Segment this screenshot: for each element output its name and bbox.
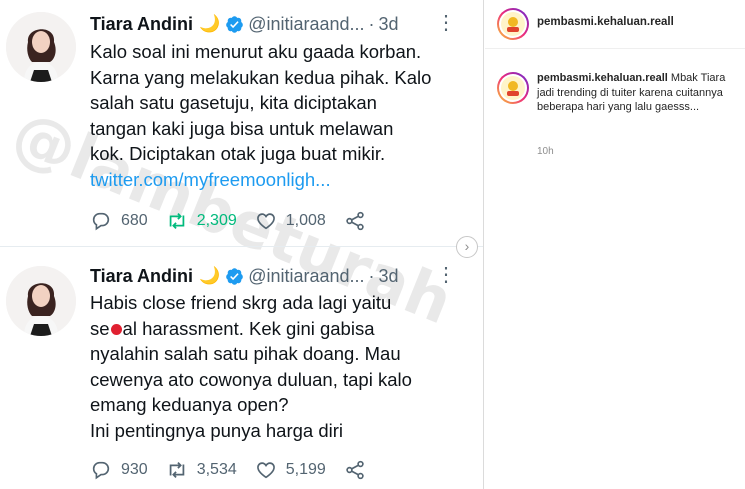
caption-username[interactable]: pembasmi.kehaluan.reall	[537, 72, 668, 84]
tweet: Tiara Andini 🌙 @initiaraand... · 3d ⋮ Ha…	[0, 250, 483, 489]
tweet-line: Karna yang melakukan kedua pihak. Kalo	[90, 66, 432, 88]
reply-button[interactable]: 930	[90, 459, 148, 481]
retweet-count: 2,309	[196, 212, 237, 229]
tweet-actions: 680 2,309 1,008	[90, 208, 393, 234]
instagram-post-panel: pembasmi.kehaluan.reall pembasmi.kehalua…	[485, 0, 745, 489]
heart-icon	[256, 462, 275, 479]
share-button[interactable]	[344, 459, 375, 481]
retweet-button[interactable]: 2,309	[166, 210, 237, 232]
redaction-dot	[110, 324, 122, 336]
share-icon	[346, 460, 364, 480]
like-button[interactable]: 5,199	[255, 459, 326, 481]
retweet-count: 3,534	[196, 461, 237, 478]
more-icon[interactable]: ⋮	[436, 262, 456, 288]
separator: ·	[368, 265, 375, 286]
tweet-line: cewenya ato cowonya duluan, tapi kalo	[90, 368, 412, 390]
tweet-link[interactable]: twitter.com/myfreemoonligh...	[90, 167, 470, 193]
tweet-line: Habis close friend skrg ada lagi yaitu	[90, 292, 392, 313]
tweet-divider	[0, 246, 483, 247]
tweet-header: Tiara Andini 🌙 @initiaraand... · 3d	[90, 12, 399, 36]
tweet-line: nyalahin salah satu pihak doang. Mau	[90, 343, 401, 364]
like-count: 1,008	[285, 212, 326, 229]
avatar[interactable]	[6, 12, 76, 82]
like-button[interactable]: 1,008	[255, 210, 326, 232]
reply-button[interactable]: 680	[90, 210, 148, 232]
tweet-text: Kalo soal ini menurut aku gaada korban. …	[90, 39, 470, 192]
reply-count: 680	[121, 212, 148, 229]
chevron-right-icon[interactable]: ›	[456, 236, 478, 258]
timestamp[interactable]: 3d	[379, 14, 399, 35]
tweet-line: kok. Diciptakan otak juga buat mikir.	[90, 143, 386, 164]
heart-icon	[256, 213, 275, 230]
tweet-line: Kalo soal ini menurut aku gaada korban.	[90, 41, 422, 62]
reply-count: 930	[121, 461, 148, 478]
post-username[interactable]: pembasmi.kehaluan.reall	[537, 16, 674, 28]
tweet-line: emang keduanya open?	[90, 394, 289, 415]
tweet-line: salah satu gasetuju, kita diciptakan	[90, 92, 377, 113]
avatar[interactable]	[6, 266, 76, 336]
handle[interactable]: @initiaraand...	[248, 266, 364, 287]
like-count: 5,199	[285, 461, 326, 478]
avatar[interactable]	[497, 8, 529, 40]
post-header: pembasmi.kehaluan.reall	[485, 0, 745, 49]
separator: ·	[368, 13, 375, 34]
tweet-line: Ini pentingnya punya harga diri	[90, 419, 344, 441]
timestamp[interactable]: 3d	[379, 266, 399, 287]
more-icon[interactable]: ⋮	[436, 10, 456, 36]
caption-timestamp[interactable]: 10h	[537, 146, 554, 157]
verified-badge-icon	[226, 267, 244, 285]
tweet-line-fragment: al harassment. Kek gini gabisa	[122, 317, 375, 339]
share-button[interactable]	[344, 210, 375, 232]
moon-emoji: 🌙	[199, 14, 221, 33]
handle[interactable]: @initiaraand...	[248, 14, 364, 35]
retweet-button[interactable]: 3,534	[166, 459, 237, 481]
tweet-header: Tiara Andini 🌙 @initiaraand... · 3d	[90, 264, 399, 288]
verified-badge-icon	[226, 15, 244, 33]
reply-icon	[92, 461, 110, 480]
caption-text: pembasmi.kehaluan.reall Mbak Tiara jadi …	[537, 71, 742, 115]
tweet-screenshot: @lambeturah Tiara Andini 🌙 @initiaraand.…	[0, 0, 484, 489]
tweet: Tiara Andini 🌙 @initiaraand... · 3d ⋮ Ka…	[0, 0, 483, 245]
tweet-line: se al harassment. Kek gini gabisa	[90, 316, 470, 342]
tweet-actions: 930 3,534 5,199	[90, 457, 393, 483]
reply-icon	[92, 212, 110, 231]
display-name[interactable]: Tiara Andini	[90, 266, 193, 287]
display-name[interactable]: Tiara Andini	[90, 14, 193, 35]
avatar[interactable]	[497, 72, 529, 104]
retweet-icon	[169, 213, 184, 229]
moon-emoji: 🌙	[199, 266, 221, 285]
retweet-icon	[169, 462, 184, 478]
tweet-line-fragment: se	[90, 317, 110, 339]
tweet-line: tangan kaki juga bisa untuk melawan	[90, 117, 394, 139]
tweet-text: Habis close friend skrg ada lagi yaitu s…	[90, 290, 470, 443]
share-icon	[346, 211, 364, 231]
